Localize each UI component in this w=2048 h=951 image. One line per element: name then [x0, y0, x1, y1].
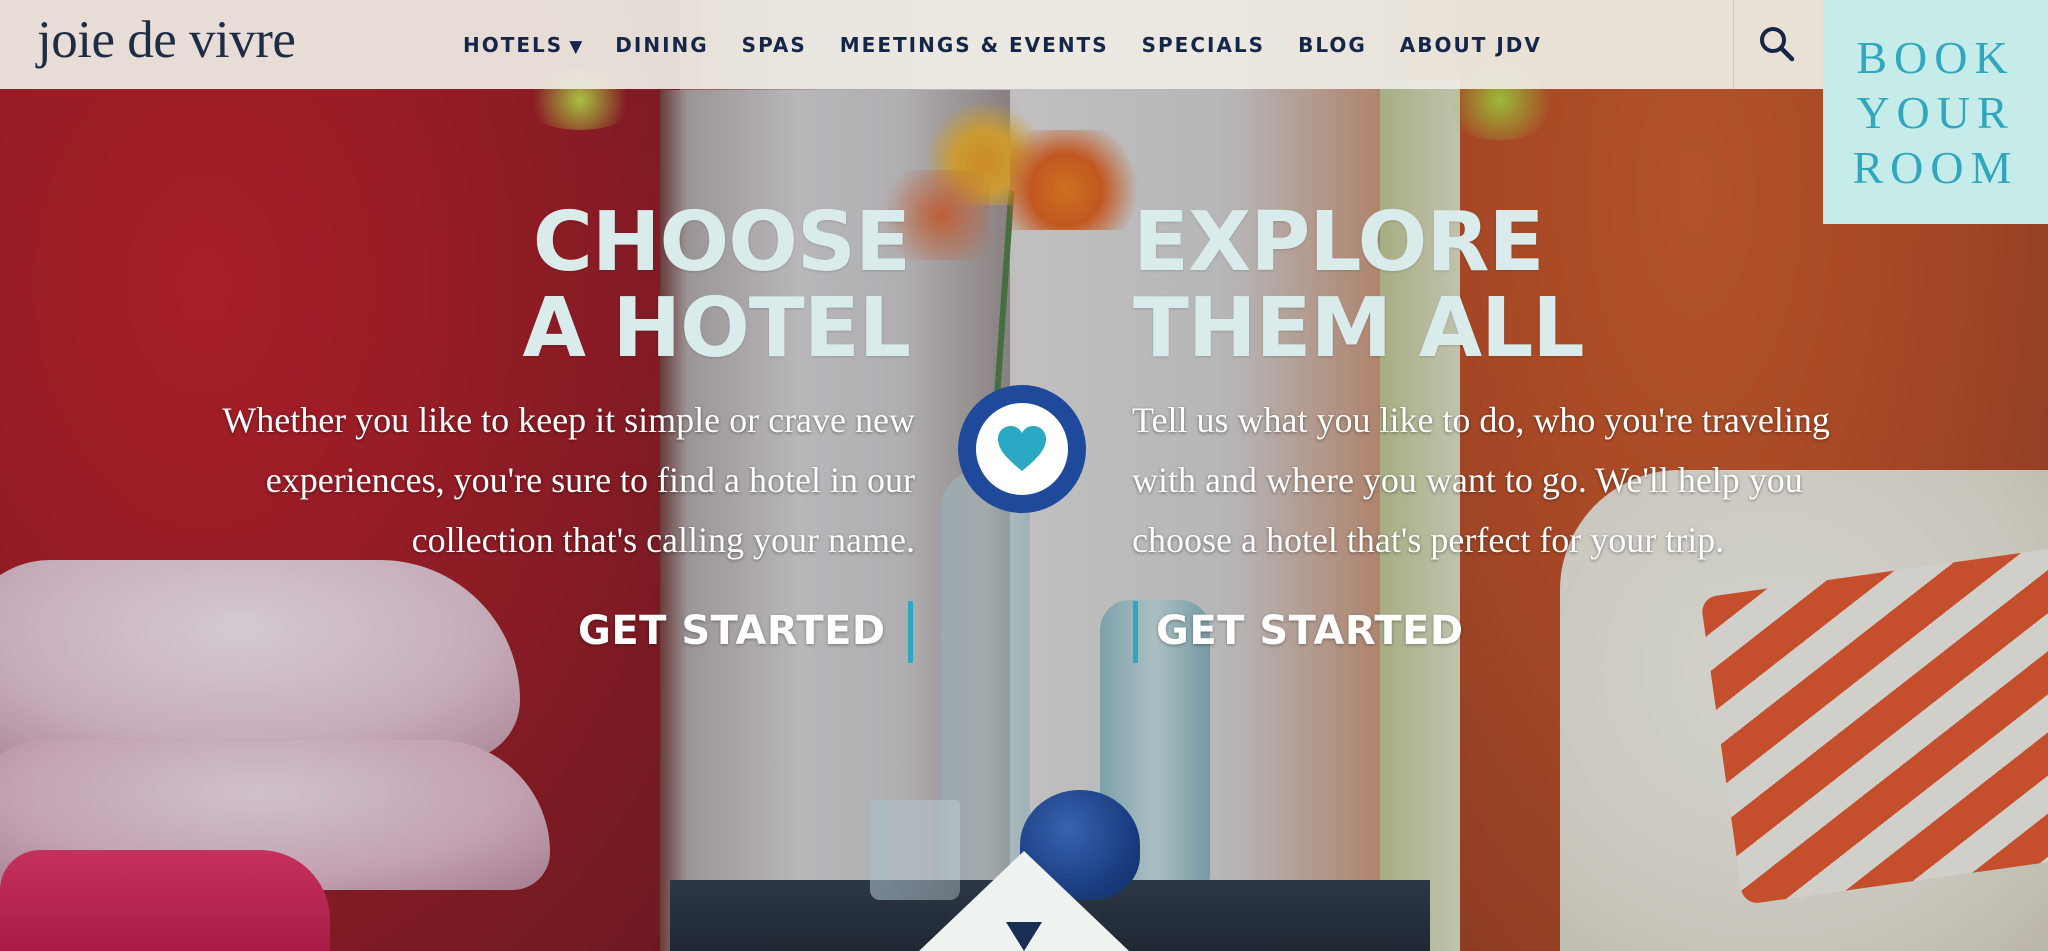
book-line-1: BOOK [1856, 31, 2015, 83]
heading-line: CHOOSE [532, 195, 911, 290]
nav-item-dining[interactable]: DINING [615, 33, 708, 57]
nav-item-spas[interactable]: SPAS [742, 33, 807, 57]
book-line-2: YOUR [1856, 86, 2015, 138]
choose-hotel-description: Whether you like to keep it simple or cr… [222, 400, 915, 560]
nav-item-hotels[interactable]: HOTELS ▼ [463, 33, 582, 57]
heart-icon [998, 426, 1046, 471]
site-logo[interactable]: joie de vivre [37, 10, 296, 70]
top-navigation-bar: joie de vivre HOTELS ▼ DINING SPAS MEETIN… [0, 0, 1823, 89]
book-line-3: ROOM [1852, 141, 2019, 193]
accent-bar [908, 601, 913, 663]
explore-heading: EXPLORE THEM ALL [1133, 200, 1693, 372]
nav-item-about-jdv[interactable]: ABOUT JDV [1400, 33, 1542, 57]
nav-item-meetings-events[interactable]: MEETINGS & EVENTS [840, 33, 1109, 57]
accent-bar [1133, 601, 1138, 663]
explore-description: Tell us what you like to do, who you're … [1132, 400, 1830, 560]
search-icon [1760, 27, 1795, 62]
book-your-room-button[interactable]: BOOK YOUR ROOM [1823, 0, 2048, 224]
choose-hotel-heading: CHOOSE A HOTEL [420, 195, 911, 376]
heading-line: A HOTEL [522, 281, 911, 376]
caret-down-icon: ▼ [569, 37, 583, 57]
nav-item-specials[interactable]: SPECIALS [1142, 33, 1265, 57]
main-nav: HOTELS ▼ DINING SPAS MEETINGS & EVENTS SP… [463, 33, 1575, 57]
heading-line: THEM ALL [1133, 281, 1585, 376]
heading-line: EXPLORE [1133, 195, 1545, 290]
scroll-down-icon[interactable] [1006, 922, 1042, 951]
nav-item-label: HOTELS [463, 33, 564, 57]
nav-item-blog[interactable]: BLOG [1298, 33, 1367, 57]
explore-get-started-link[interactable]: GET STARTED [1156, 608, 1464, 654]
search-button[interactable] [1757, 24, 1797, 64]
search-divider [1733, 0, 1734, 89]
heart-badge [958, 385, 1086, 513]
choose-hotel-get-started-link[interactable]: GET STARTED [578, 608, 886, 654]
